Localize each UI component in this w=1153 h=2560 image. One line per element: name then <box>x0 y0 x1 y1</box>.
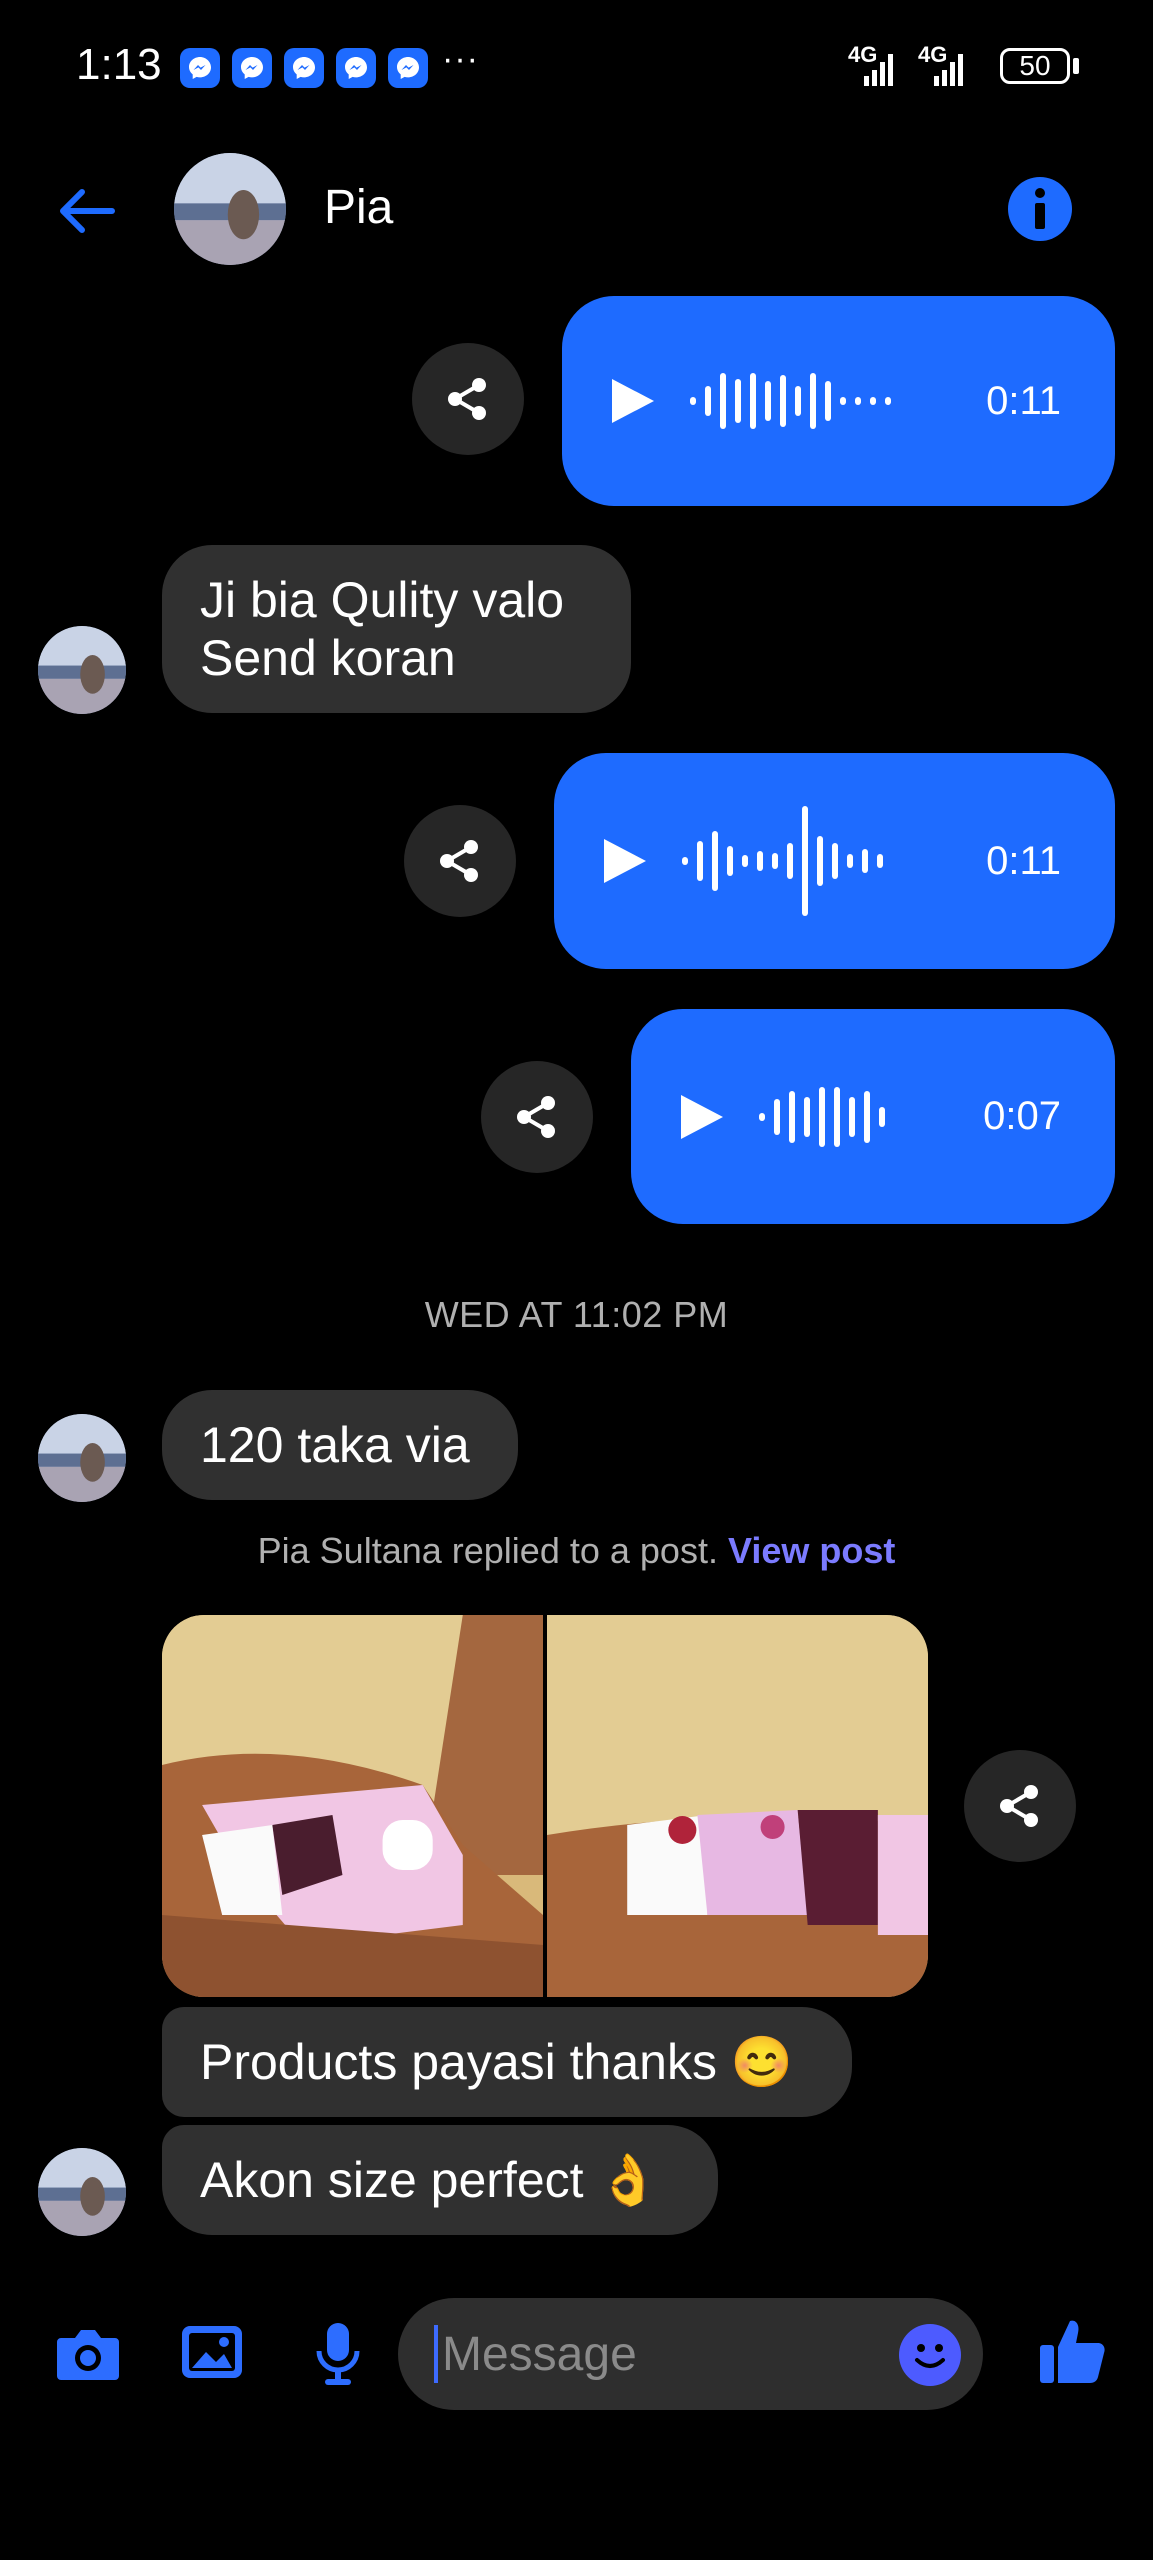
camera-button[interactable] <box>48 2314 128 2394</box>
message-input[interactable]: Message <box>398 2298 983 2410</box>
signal-icon: 4G <box>918 42 970 90</box>
thumbs-up-icon <box>1040 2320 1105 2383</box>
product-photo[interactable] <box>547 1615 928 1997</box>
messenger-notification-icon <box>180 48 220 88</box>
voice-duration: 0:07 <box>983 1094 1061 1138</box>
play-icon[interactable] <box>604 839 646 883</box>
battery-tip <box>1073 58 1079 74</box>
messenger-notification-icon <box>388 48 428 88</box>
microphone-icon <box>316 2323 360 2385</box>
camera-icon <box>57 2330 119 2380</box>
message-text: Products payasi thanks 😊 <box>200 2034 794 2090</box>
message-placeholder: Message <box>442 2327 637 2381</box>
contact-avatar-small[interactable] <box>38 626 126 714</box>
contact-avatar-small[interactable] <box>38 1414 126 1502</box>
text-cursor <box>434 2325 438 2383</box>
message-text: Akon size perfect 👌 <box>200 2152 660 2208</box>
gallery-button[interactable] <box>172 2312 252 2392</box>
like-button[interactable] <box>1032 2308 1112 2394</box>
info-icon <box>1035 188 1045 229</box>
back-arrow-icon <box>60 189 115 233</box>
contact-name[interactable]: Pia <box>324 180 393 235</box>
post-reply-note: Pia Sultana replied to a post. View post <box>0 1530 1153 1572</box>
status-time: 1:13 <box>76 40 162 89</box>
waveform <box>759 1086 885 1147</box>
image-icon <box>182 2326 242 2378</box>
play-icon[interactable] <box>681 1094 723 1139</box>
voice-duration: 0:11 <box>986 378 1061 423</box>
info-button[interactable] <box>1008 177 1072 241</box>
contact-avatar-small[interactable] <box>38 2148 126 2236</box>
messenger-notification-icon <box>232 48 272 88</box>
voice-message[interactable]: 0:07 <box>631 1009 1115 1224</box>
message-text-line: Ji bia Qulity valo <box>200 572 565 628</box>
battery-indicator: 50 <box>1000 48 1070 84</box>
view-post-link[interactable]: View post <box>728 1530 895 1571</box>
share-icon <box>448 378 486 420</box>
incoming-message[interactable]: Akon size perfect 👌 <box>162 2125 718 2235</box>
post-reply-text: Pia Sultana replied to a post. <box>257 1530 718 1571</box>
waveform <box>690 373 891 429</box>
incoming-message[interactable]: 120 taka via <box>162 1390 518 1500</box>
battery-level: 50 <box>1019 50 1051 81</box>
voice-message[interactable]: 0:11 <box>562 296 1115 506</box>
photo-attachment[interactable] <box>162 1615 928 1997</box>
share-button[interactable] <box>481 1061 593 1173</box>
emoji-button[interactable] <box>899 2324 961 2386</box>
incoming-message[interactable]: Products payasi thanks 😊 <box>162 2007 852 2117</box>
voice-message[interactable]: 0:11 <box>554 753 1115 969</box>
voice-record-button[interactable] <box>298 2314 378 2394</box>
share-button[interactable] <box>964 1750 1076 1862</box>
back-button[interactable] <box>50 175 122 247</box>
share-icon <box>440 840 478 882</box>
share-icon <box>1000 1785 1038 1827</box>
waveform <box>682 806 883 916</box>
messenger-notification-icon <box>336 48 376 88</box>
message-text-line: Send koran <box>200 630 456 686</box>
play-icon[interactable] <box>612 379 654 423</box>
share-icon <box>517 1096 555 1138</box>
more-notifications-indicator: ··· <box>442 40 479 78</box>
share-button[interactable] <box>404 805 516 917</box>
contact-avatar[interactable] <box>174 153 286 265</box>
incoming-message[interactable]: Ji bia Qulity valo Send koran <box>162 545 631 713</box>
smiley-icon <box>915 2344 945 2368</box>
messenger-notification-icon <box>284 48 324 88</box>
share-button[interactable] <box>412 343 524 455</box>
voice-duration: 0:11 <box>986 838 1061 883</box>
conversation-timestamp: WED AT 11:02 PM <box>424 1294 729 1335</box>
message-text: 120 taka via <box>200 1417 470 1473</box>
signal-icon: 4G <box>848 42 900 90</box>
product-photo[interactable] <box>162 1615 543 1997</box>
